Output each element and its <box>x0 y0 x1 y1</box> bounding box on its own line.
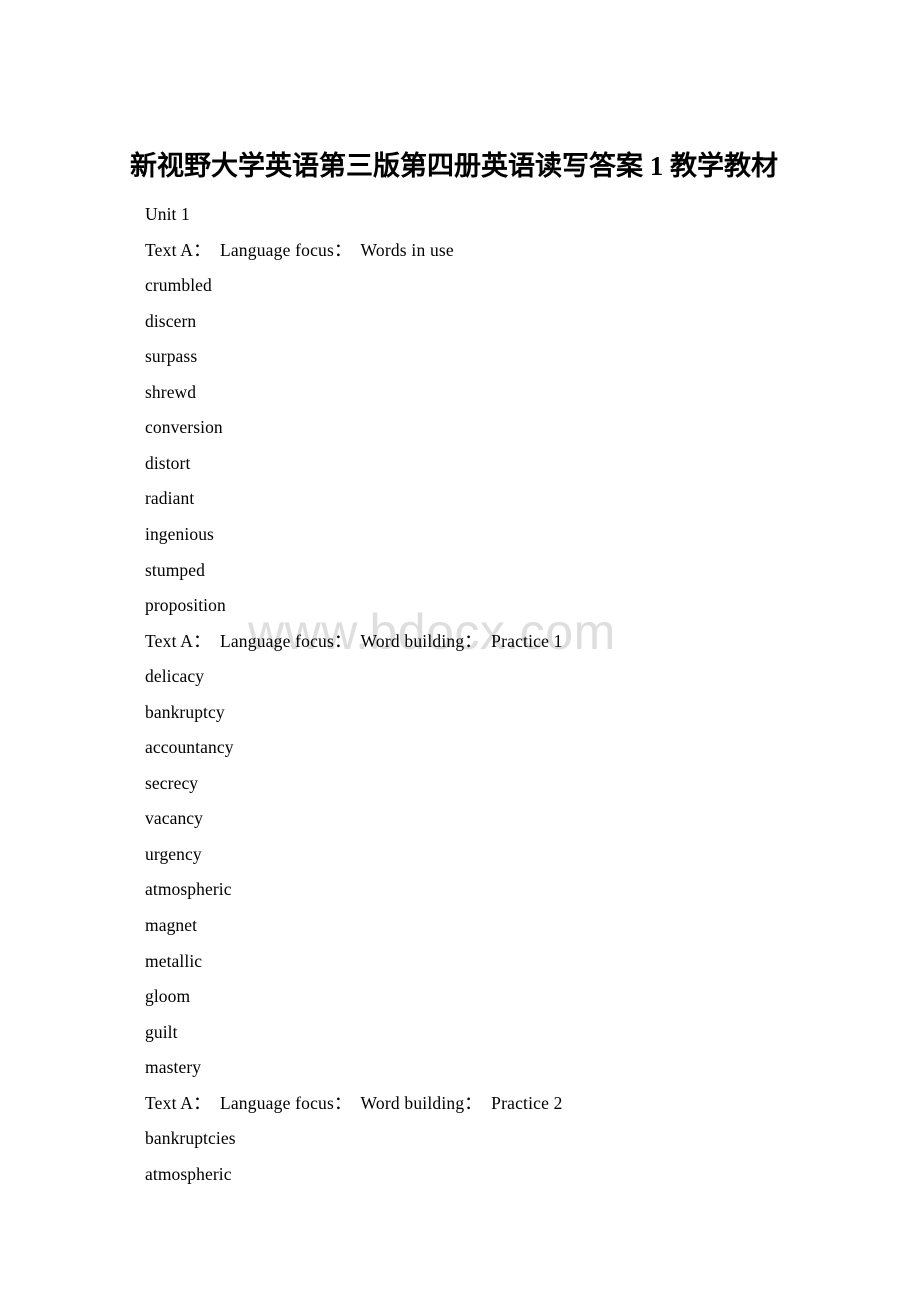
document-page: www.bdocx.com 新视野大学英语第三版第四册英语读写答案 1 教学教材… <box>0 0 920 1302</box>
answer-word: stumped <box>145 559 206 580</box>
answer-word: accountancy <box>145 737 234 758</box>
answer-word: shrewd <box>145 381 197 402</box>
answer-word: bankruptcies <box>145 1128 236 1149</box>
answer-word: vacancy <box>145 808 204 829</box>
answer-word: secrecy <box>145 772 199 793</box>
section-heading: Text A： Language focus： Word building： P… <box>145 630 563 651</box>
answer-word: metallic <box>145 950 203 971</box>
answer-word: urgency <box>145 843 202 864</box>
answer-word: surpass <box>145 346 198 367</box>
answer-word: mastery <box>145 1057 202 1078</box>
answer-word: discern <box>145 310 197 331</box>
answer-word: Unit 1 <box>145 204 190 224</box>
answer-word: magnet <box>145 915 198 935</box>
page-title: 新视野大学英语第三版第四册英语读写答案 1 教学教材 <box>130 151 778 181</box>
answer-word: bankruptcy <box>145 701 225 722</box>
answer-word: ingenious <box>145 523 214 544</box>
answer-word: radiant <box>145 488 195 509</box>
answer-word: atmospheric <box>145 879 232 900</box>
section-heading: Text A： Language focus： Word building： P… <box>145 1092 563 1113</box>
answer-word: crumbled <box>145 275 212 296</box>
answer-word: distort <box>145 452 191 473</box>
answer-word: gloom <box>145 986 191 1007</box>
answer-word: proposition <box>145 595 226 616</box>
answer-word: conversion <box>145 417 223 438</box>
answer-word: guilt <box>145 1021 178 1042</box>
section-heading: Text A： Language focus： Words in use <box>145 239 454 260</box>
answer-word: delicacy <box>145 666 205 687</box>
answer-word: atmospheric <box>145 1163 232 1184</box>
